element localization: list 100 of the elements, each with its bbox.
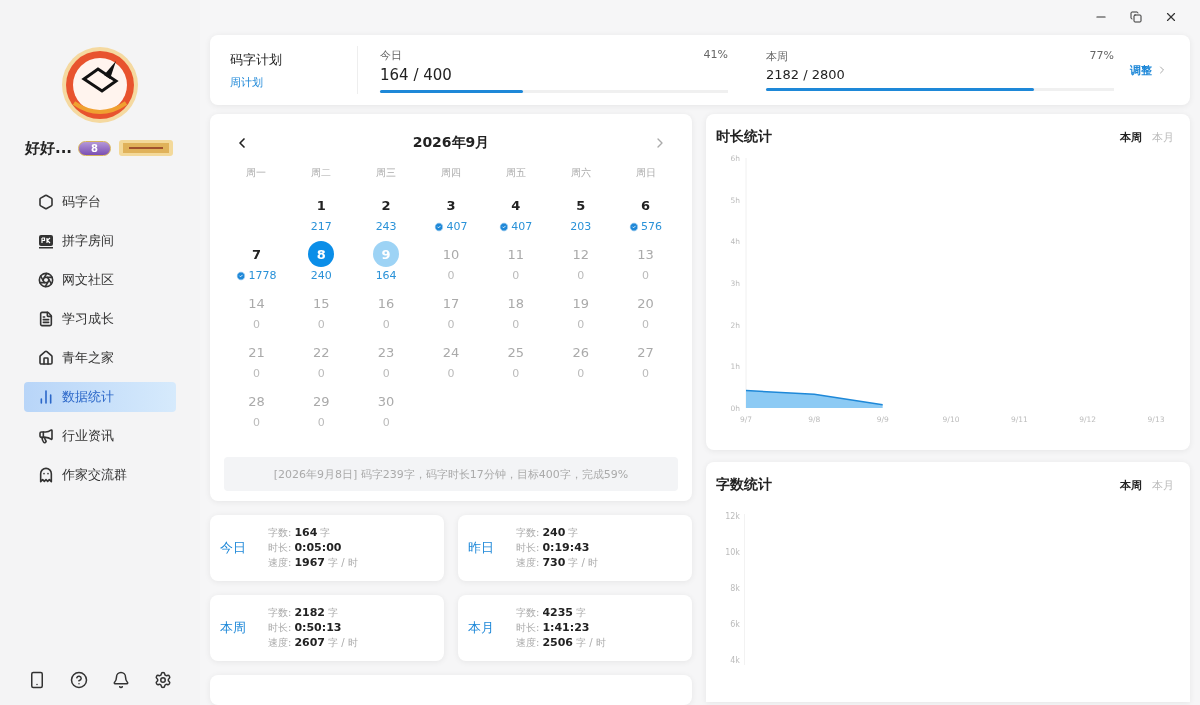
calendar-day[interactable]: 1: [308, 192, 335, 218]
calendar-day[interactable]: 3: [438, 192, 464, 218]
word-count: 243: [375, 220, 397, 233]
calendar-day[interactable]: 21: [243, 339, 270, 365]
calendar-day[interactable]: 12: [567, 241, 594, 267]
calendar-day[interactable]: 30: [373, 388, 400, 414]
word-count: 0: [382, 367, 390, 380]
axis-label: 10k: [725, 548, 740, 557]
settings-icon[interactable]: [154, 671, 172, 689]
period-label: 本月: [468, 619, 495, 637]
pk-icon: [38, 233, 54, 249]
nav-item[interactable]: 作家交流群: [24, 460, 176, 490]
range-tab[interactable]: 本周: [1120, 129, 1142, 145]
calendar-day[interactable]: 25: [502, 339, 529, 365]
nav-item[interactable]: 码字台: [24, 187, 176, 217]
stat-line: 时长: 0:05:00: [268, 541, 343, 555]
word-count: 203: [570, 220, 592, 233]
period-label: 昨日: [468, 539, 495, 557]
word-count: 0: [642, 318, 650, 331]
restore-icon[interactable]: [1130, 10, 1142, 23]
calendar-day[interactable]: 27: [632, 339, 659, 365]
weekday-label: 周四: [440, 166, 462, 180]
word-count: 0: [512, 269, 520, 282]
nav-item[interactable]: 网文社区: [24, 265, 176, 295]
calendar-day[interactable]: 15: [308, 290, 335, 316]
calendar-day[interactable]: 28: [243, 388, 270, 414]
word-count: 0: [577, 318, 585, 331]
calendar-day[interactable]: 4: [502, 192, 529, 218]
goal-value: 164 / 400: [380, 65, 453, 84]
word-count: 0: [512, 318, 520, 331]
help-icon[interactable]: [70, 671, 88, 689]
calendar-day[interactable]: 18: [502, 290, 529, 316]
nav-item[interactable]: 拼字房间: [24, 226, 176, 256]
axis-label: 4k: [730, 656, 740, 665]
nav-label: 数据统计: [62, 388, 114, 406]
word-count: 1778: [248, 269, 277, 282]
word-count: 0: [512, 367, 520, 380]
calendar-day[interactable]: 19: [567, 290, 594, 316]
stat-line: 时长: 0:50:13: [268, 621, 343, 635]
weekday-label: 周五: [504, 166, 527, 180]
user-name: 好好...: [24, 138, 73, 158]
nav-item[interactable]: 学习成长: [24, 304, 176, 334]
nav-label: 网文社区: [62, 271, 114, 289]
adjust-link[interactable]: 调整: [1130, 62, 1152, 78]
calendar-day[interactable]: 6: [632, 192, 659, 218]
weekday-label: 周六: [569, 166, 592, 180]
plan-type-link[interactable]: 周计划: [230, 74, 357, 90]
word-count: 0: [382, 318, 390, 331]
calendar-day[interactable]: 16: [373, 290, 400, 316]
calendar-day[interactable]: 23: [373, 339, 400, 365]
word-count: 0: [447, 269, 455, 282]
plan-title: 码字计划: [230, 50, 283, 69]
calendar-day[interactable]: 20: [632, 290, 659, 316]
word-count: 0: [577, 269, 585, 282]
nav-label: 作家交流群: [62, 466, 127, 484]
word-count: 0: [317, 367, 325, 380]
calendar-day[interactable]: 24: [438, 339, 464, 365]
calendar-day[interactable]: 13: [632, 241, 659, 267]
calendar-day[interactable]: 22: [308, 339, 335, 365]
axis-label: 12k: [725, 512, 740, 521]
calendar-day[interactable]: 11: [502, 241, 529, 267]
word-count: 0: [577, 367, 585, 380]
calendar-day[interactable]: 7: [243, 241, 270, 267]
nav-label: 码字台: [62, 193, 101, 211]
chart-title: 字数统计: [716, 476, 772, 494]
range-tab[interactable]: 本月: [1152, 477, 1174, 493]
calendar-day[interactable]: 14: [243, 290, 270, 316]
bell-icon[interactable]: [112, 671, 130, 689]
range-tab[interactable]: 本月: [1152, 129, 1174, 145]
calendar-day[interactable]: 2: [373, 192, 400, 218]
nav-item[interactable]: 数据统计: [24, 382, 176, 412]
level-badge: 8: [78, 140, 112, 156]
period-label: 本周: [220, 619, 247, 637]
range-tab[interactable]: 本周: [1120, 477, 1142, 493]
stat-line: 速度: 2506 字 / 时: [516, 636, 606, 650]
check-icon: [434, 221, 445, 232]
stat-line: 字数: 4235 字: [516, 606, 587, 620]
phone-icon[interactable]: [28, 671, 46, 689]
word-count: 0: [642, 367, 650, 380]
check-icon: [236, 270, 247, 281]
day-summary: [2026年9月8日] 码字239字，码字时长17分钟，目标400字，完成59%: [224, 457, 678, 491]
calendar-day[interactable]: 9: [373, 241, 400, 267]
calendar-day[interactable]: 29: [308, 388, 335, 414]
stat-line: 字数: 2182 字: [268, 606, 339, 620]
calendar-day[interactable]: 17: [438, 290, 464, 316]
medal-icon: [117, 137, 176, 159]
nav-item[interactable]: 青年之家: [24, 343, 176, 373]
calendar-day[interactable]: 26: [567, 339, 594, 365]
stat-line: 字数: 164 字: [268, 526, 332, 540]
word-count: 164: [375, 269, 397, 282]
calendar-day[interactable]: 8: [308, 241, 335, 267]
nav-item[interactable]: 行业资讯: [24, 421, 176, 451]
word-count: 0: [252, 318, 260, 331]
calendar-day[interactable]: 5: [567, 192, 594, 218]
weekday-label: 周日: [634, 166, 657, 180]
goal-percent: 41%: [703, 47, 728, 63]
stat-line: 字数: 240 字: [516, 526, 580, 540]
month-title: 2026年9月: [412, 134, 490, 152]
nav-label: 行业资讯: [62, 427, 114, 445]
calendar-day[interactable]: 10: [438, 241, 464, 267]
